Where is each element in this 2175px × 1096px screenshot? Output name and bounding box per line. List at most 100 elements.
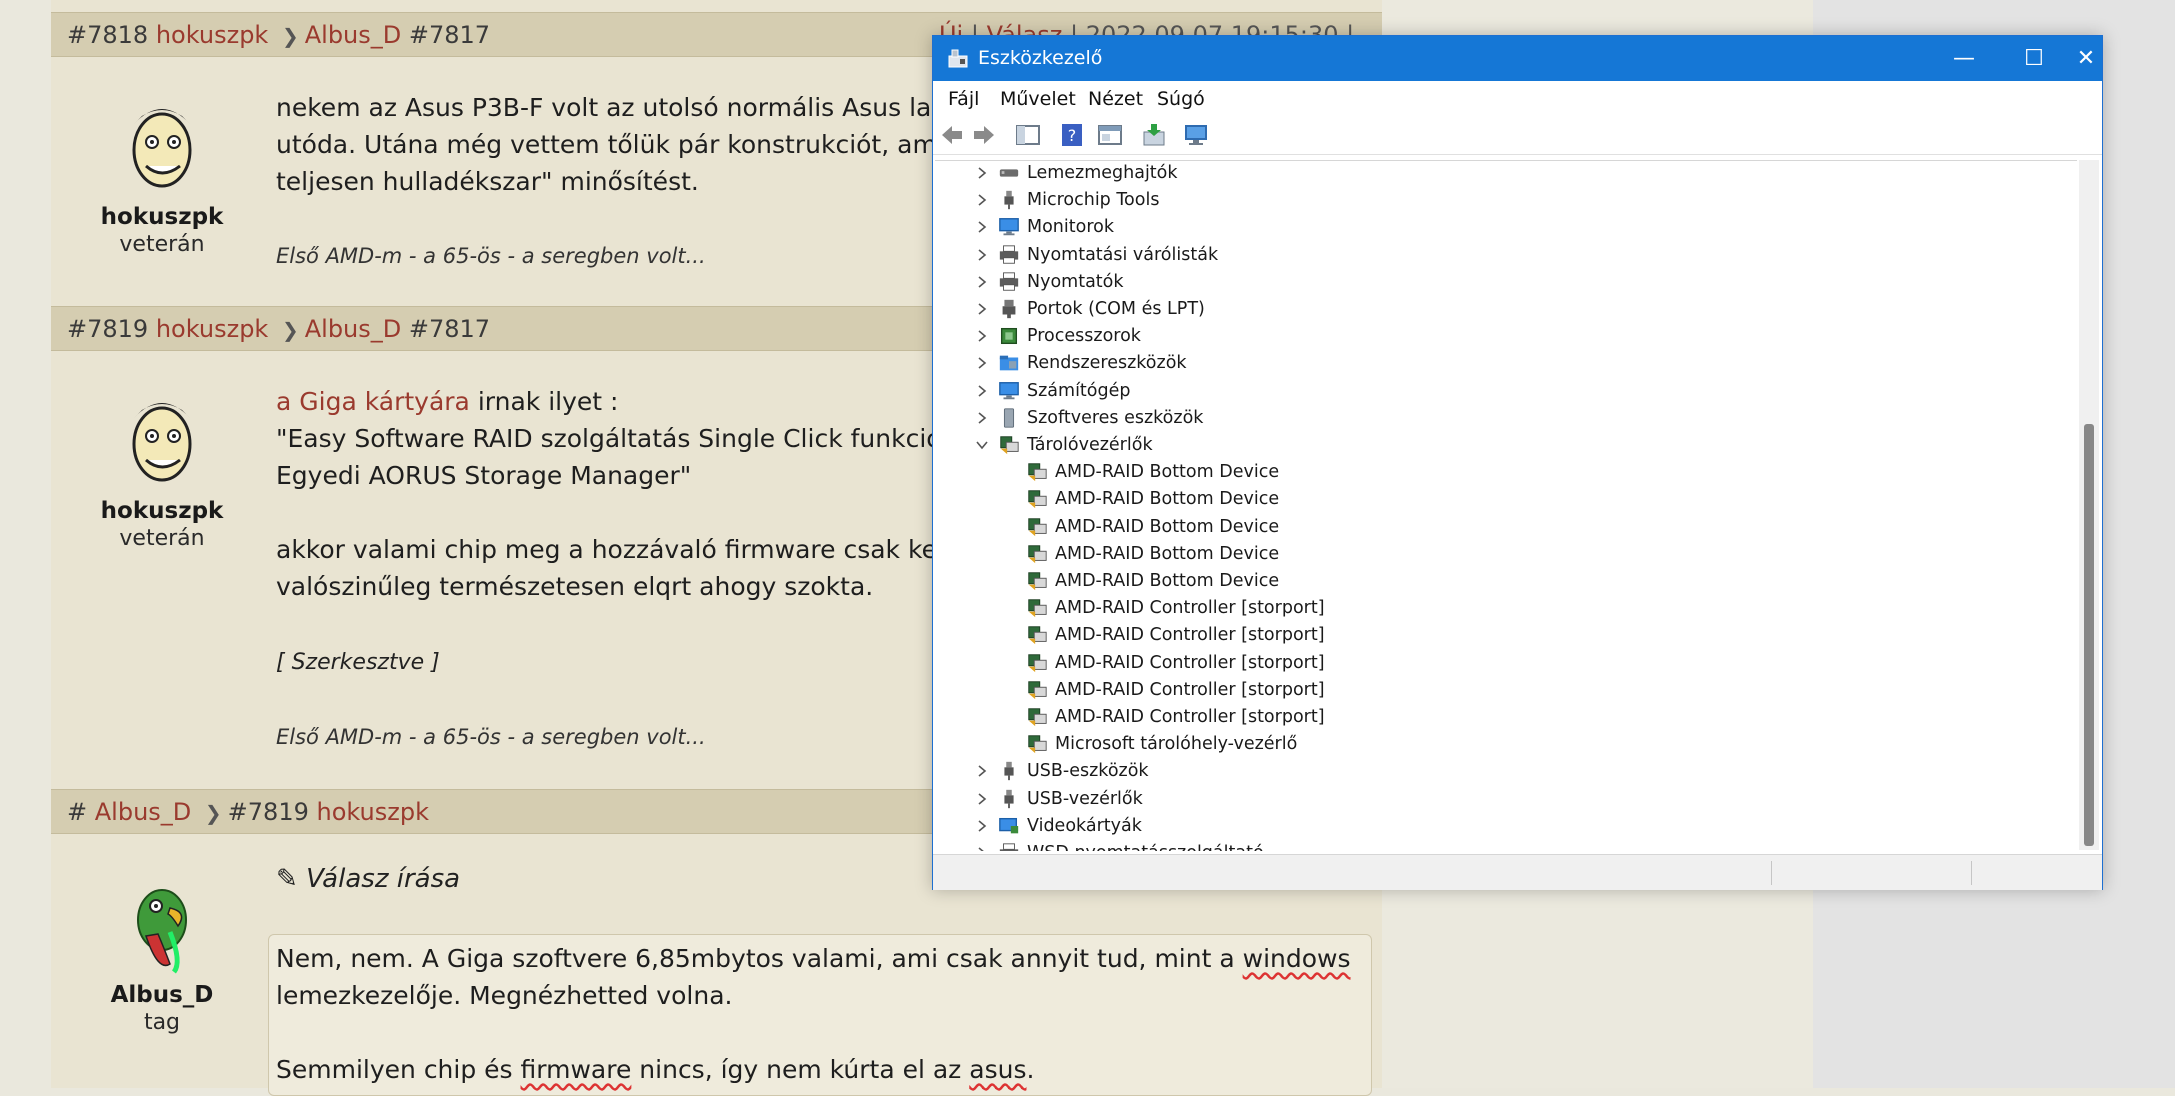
menu-action[interactable]: Művelet (1000, 81, 1076, 117)
show-hide-console-tree-icon[interactable] (1015, 122, 1041, 148)
scrollbar-thumb[interactable] (2084, 424, 2094, 846)
tree-item[interactable]: Monitorok (935, 214, 2077, 241)
help-icon[interactable]: ? (1059, 122, 1085, 148)
chevron-right-icon[interactable] (975, 356, 989, 370)
post-author-link[interactable]: Albus_D (95, 798, 192, 826)
tree-item[interactable]: AMD-RAID Bottom Device (935, 486, 2077, 513)
post-number[interactable]: #7819 (67, 315, 148, 343)
reply-line-3-end: . (1026, 1055, 1035, 1084)
update-driver-icon[interactable] (1141, 122, 1167, 148)
close-button[interactable]: ✕ (2069, 36, 2103, 81)
back-arrow-icon[interactable] (939, 122, 965, 148)
reply-to-post-number[interactable]: #7817 (409, 21, 490, 49)
tree-item[interactable]: USB-eszközök (935, 758, 2077, 785)
tree-item[interactable]: Számítógép (935, 378, 2077, 405)
menu-view[interactable]: Nézet (1088, 81, 1143, 117)
username[interactable]: hokuszpk (51, 498, 273, 524)
tree-item[interactable]: Lemezmeghajtók (935, 161, 2077, 187)
tree-item[interactable]: Processzorok (935, 323, 2077, 350)
chevron-right-icon[interactable] (975, 329, 989, 343)
chevron-down-icon[interactable] (975, 438, 989, 452)
username[interactable]: hokuszpk (51, 204, 273, 230)
tree-item-label: AMD-RAID Bottom Device (1055, 489, 1280, 510)
tree-item[interactable]: Nyomtatók (935, 269, 2077, 296)
menu-file[interactable]: Fájl (948, 81, 979, 117)
title-bar[interactable]: Eszközkezelő — ☐ ✕ (933, 36, 2102, 81)
chevron-right-icon[interactable] (975, 220, 989, 234)
properties-icon[interactable] (1097, 122, 1123, 148)
post-number[interactable]: #7818 (67, 21, 148, 49)
chevron-right-icon[interactable] (975, 792, 989, 806)
toolbar: ? (933, 117, 2102, 155)
user-card: Albus_D tag (51, 872, 273, 1035)
usb-plug-icon (1004, 789, 1014, 808)
tree-item[interactable]: Rendszereszközök (935, 350, 2077, 377)
tree-item[interactable]: Tárolóvezérlők (935, 432, 2077, 459)
username[interactable]: Albus_D (51, 982, 273, 1008)
avatar[interactable] (112, 388, 212, 492)
chevron-right-icon[interactable] (975, 248, 989, 262)
storage-controller-icon (1028, 545, 1047, 563)
tree-item-label: Monitorok (1027, 217, 1114, 238)
reply-draft-text[interactable]: Nem, nem. A Giga szoftvere 6,85mbytos va… (276, 940, 1351, 1088)
tree-item[interactable]: AMD-RAID Controller [storport] (935, 622, 2077, 649)
reply-to-user-link[interactable]: Albus_D (305, 315, 402, 343)
post-number[interactable]: # (67, 798, 87, 826)
chevron-right-icon[interactable] (975, 411, 989, 425)
tree-item[interactable]: USB-vezérlők (935, 786, 2077, 813)
tree-item[interactable]: AMD-RAID Bottom Device (935, 459, 2077, 486)
reply-to-post-number[interactable]: #7819 (228, 798, 309, 826)
chevron-right-icon[interactable] (975, 193, 989, 207)
tree-item[interactable]: Microsoft tárolóhely-vezérlő (935, 731, 2077, 758)
post-author-link[interactable]: hokuszpk (156, 21, 269, 49)
tree-item[interactable]: AMD-RAID Bottom Device (935, 568, 2077, 595)
forward-arrow-icon[interactable] (971, 122, 997, 148)
device-manager-window[interactable]: Eszközkezelő — ☐ ✕ Fájl Művelet Nézet Sú… (932, 35, 2103, 890)
storage-controller-icon (1028, 599, 1047, 618)
tree-item-label: Lemezmeghajtók (1027, 163, 1178, 183)
tree-item[interactable]: AMD-RAID Controller [storport] (935, 595, 2077, 622)
chevron-right-icon[interactable] (975, 846, 989, 851)
cpu-icon (1000, 328, 1018, 345)
user-rank: veterán (119, 232, 205, 257)
tree-item-label: AMD-RAID Bottom Device (1055, 516, 1280, 537)
tree-item[interactable]: AMD-RAID Controller [storport] (935, 704, 2077, 731)
tree-item[interactable]: Portok (COM és LPT) (935, 296, 2077, 323)
tree-item[interactable]: Microchip Tools (935, 187, 2077, 214)
chevron-right-icon[interactable] (975, 819, 989, 833)
vertical-scrollbar[interactable] (2079, 160, 2099, 850)
tree-item-label: Rendszereszközök (1027, 353, 1187, 374)
post-author-link[interactable]: hokuszpk (156, 315, 269, 343)
giga-card-link[interactable]: a Giga kártyára (276, 387, 470, 416)
tree-item[interactable]: Szoftveres eszközök (935, 405, 2077, 432)
tree-item[interactable]: AMD-RAID Bottom Device (935, 541, 2077, 568)
minimize-button[interactable]: — (1929, 36, 1999, 81)
scan-hardware-icon[interactable] (1183, 122, 1209, 148)
reply-line-3: Semmilyen chip és (276, 1055, 521, 1084)
menu-help[interactable]: Súgó (1157, 81, 1205, 117)
tree-item[interactable]: AMD-RAID Controller [storport] (935, 650, 2077, 677)
maximize-button[interactable]: ☐ (1999, 36, 2069, 81)
tree-item[interactable]: Videokártyák (935, 813, 2077, 840)
chevron-right-icon[interactable] (975, 166, 989, 180)
device-tree[interactable]: Lemezmeghajtók Microchip Tools Monitorok Ny… (935, 160, 2077, 851)
avatar[interactable] (112, 872, 212, 976)
chevron-right-icon[interactable] (975, 302, 989, 316)
tree-item[interactable]: AMD-RAID Bottom Device (935, 514, 2077, 541)
reply-to-user-link[interactable]: hokuszpk (317, 798, 430, 826)
chevron-right-icon[interactable] (975, 764, 989, 778)
reply-to-post-number[interactable]: #7817 (409, 315, 490, 343)
edited-marker[interactable]: [ Szerkesztve ] (276, 650, 440, 675)
chevron-right-icon[interactable] (975, 384, 989, 398)
tree-item-label: Tárolóvezérlők (1027, 435, 1153, 455)
reply-arrow-icon: ❯ (281, 24, 299, 48)
storage-controller-icon (1028, 653, 1047, 672)
tree-item[interactable]: Nyomtatási várólisták (935, 242, 2077, 269)
avatar[interactable] (112, 94, 212, 198)
chevron-right-icon[interactable] (975, 275, 989, 289)
tree-item[interactable]: WSD nyomtatásszolgáltató (935, 840, 2077, 851)
tree-item-label: Microchip Tools (1027, 190, 1160, 211)
post-body-first-line: a Giga kártyára irnak ilyet : (276, 383, 618, 420)
tree-item[interactable]: AMD-RAID Controller [storport] (935, 677, 2077, 704)
reply-to-user-link[interactable]: Albus_D (305, 21, 402, 49)
